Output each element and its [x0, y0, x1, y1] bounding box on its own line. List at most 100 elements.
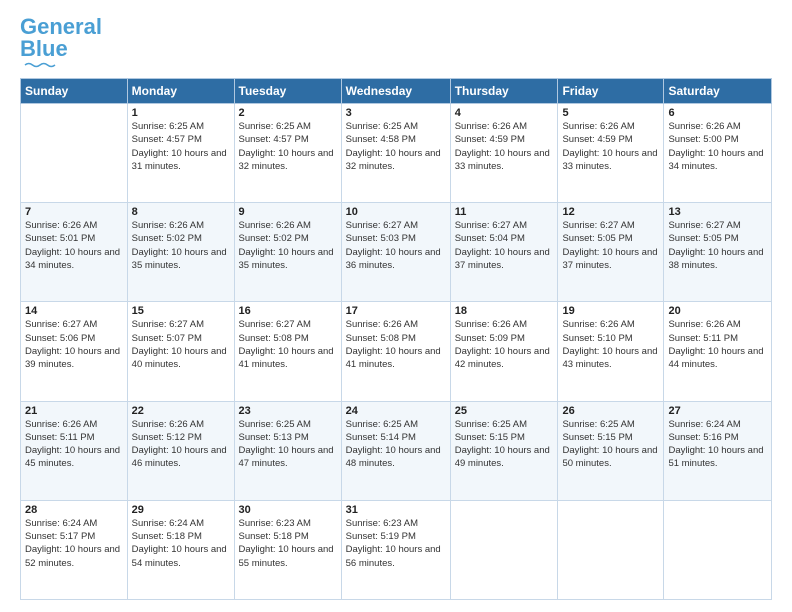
day-number: 31	[346, 504, 446, 516]
weekday-saturday: Saturday	[664, 79, 772, 104]
day-info: Sunrise: 6:27 AMSunset: 5:06 PMDaylight:…	[25, 318, 123, 371]
day-cell: 18Sunrise: 6:26 AMSunset: 5:09 PMDayligh…	[450, 302, 558, 401]
day-number: 15	[132, 305, 230, 317]
day-cell: 27Sunrise: 6:24 AMSunset: 5:16 PMDayligh…	[664, 401, 772, 500]
weekday-tuesday: Tuesday	[234, 79, 341, 104]
day-cell: 30Sunrise: 6:23 AMSunset: 5:18 PMDayligh…	[234, 500, 341, 599]
day-cell	[664, 500, 772, 599]
day-info: Sunrise: 6:26 AMSunset: 5:09 PMDaylight:…	[455, 318, 554, 371]
day-cell: 13Sunrise: 6:27 AMSunset: 5:05 PMDayligh…	[664, 203, 772, 302]
day-number: 13	[668, 206, 767, 218]
day-number: 6	[668, 107, 767, 119]
day-number: 4	[455, 107, 554, 119]
day-cell: 12Sunrise: 6:27 AMSunset: 5:05 PMDayligh…	[558, 203, 664, 302]
day-number: 11	[455, 206, 554, 218]
week-row-3: 21Sunrise: 6:26 AMSunset: 5:11 PMDayligh…	[21, 401, 772, 500]
day-cell	[450, 500, 558, 599]
day-cell: 21Sunrise: 6:26 AMSunset: 5:11 PMDayligh…	[21, 401, 128, 500]
day-cell: 20Sunrise: 6:26 AMSunset: 5:11 PMDayligh…	[664, 302, 772, 401]
day-info: Sunrise: 6:24 AMSunset: 5:18 PMDaylight:…	[132, 517, 230, 570]
day-number: 3	[346, 107, 446, 119]
day-cell: 29Sunrise: 6:24 AMSunset: 5:18 PMDayligh…	[127, 500, 234, 599]
day-info: Sunrise: 6:24 AMSunset: 5:16 PMDaylight:…	[668, 418, 767, 471]
day-cell: 28Sunrise: 6:24 AMSunset: 5:17 PMDayligh…	[21, 500, 128, 599]
day-number: 10	[346, 206, 446, 218]
day-info: Sunrise: 6:24 AMSunset: 5:17 PMDaylight:…	[25, 517, 123, 570]
day-info: Sunrise: 6:26 AMSunset: 5:12 PMDaylight:…	[132, 418, 230, 471]
day-number: 26	[562, 405, 659, 417]
day-number: 24	[346, 405, 446, 417]
weekday-header-row: SundayMondayTuesdayWednesdayThursdayFrid…	[21, 79, 772, 104]
day-info: Sunrise: 6:26 AMSunset: 5:10 PMDaylight:…	[562, 318, 659, 371]
day-info: Sunrise: 6:26 AMSunset: 5:02 PMDaylight:…	[239, 219, 337, 272]
day-info: Sunrise: 6:23 AMSunset: 5:18 PMDaylight:…	[239, 517, 337, 570]
day-number: 30	[239, 504, 337, 516]
day-info: Sunrise: 6:23 AMSunset: 5:19 PMDaylight:…	[346, 517, 446, 570]
day-number: 28	[25, 504, 123, 516]
day-number: 18	[455, 305, 554, 317]
day-cell: 24Sunrise: 6:25 AMSunset: 5:14 PMDayligh…	[341, 401, 450, 500]
week-row-4: 28Sunrise: 6:24 AMSunset: 5:17 PMDayligh…	[21, 500, 772, 599]
day-info: Sunrise: 6:25 AMSunset: 5:15 PMDaylight:…	[455, 418, 554, 471]
logo: General Blue	[20, 16, 102, 68]
day-info: Sunrise: 6:26 AMSunset: 5:11 PMDaylight:…	[25, 418, 123, 471]
day-info: Sunrise: 6:25 AMSunset: 4:57 PMDaylight:…	[239, 120, 337, 173]
day-cell: 19Sunrise: 6:26 AMSunset: 5:10 PMDayligh…	[558, 302, 664, 401]
day-cell: 2Sunrise: 6:25 AMSunset: 4:57 PMDaylight…	[234, 104, 341, 203]
weekday-thursday: Thursday	[450, 79, 558, 104]
day-cell: 1Sunrise: 6:25 AMSunset: 4:57 PMDaylight…	[127, 104, 234, 203]
day-info: Sunrise: 6:27 AMSunset: 5:05 PMDaylight:…	[562, 219, 659, 272]
day-cell	[21, 104, 128, 203]
day-cell: 22Sunrise: 6:26 AMSunset: 5:12 PMDayligh…	[127, 401, 234, 500]
day-info: Sunrise: 6:25 AMSunset: 4:58 PMDaylight:…	[346, 120, 446, 173]
day-cell: 26Sunrise: 6:25 AMSunset: 5:15 PMDayligh…	[558, 401, 664, 500]
day-cell: 25Sunrise: 6:25 AMSunset: 5:15 PMDayligh…	[450, 401, 558, 500]
weekday-sunday: Sunday	[21, 79, 128, 104]
day-cell: 16Sunrise: 6:27 AMSunset: 5:08 PMDayligh…	[234, 302, 341, 401]
weekday-wednesday: Wednesday	[341, 79, 450, 104]
day-cell: 11Sunrise: 6:27 AMSunset: 5:04 PMDayligh…	[450, 203, 558, 302]
day-info: Sunrise: 6:26 AMSunset: 4:59 PMDaylight:…	[455, 120, 554, 173]
day-cell: 5Sunrise: 6:26 AMSunset: 4:59 PMDaylight…	[558, 104, 664, 203]
logo-text: General Blue	[20, 16, 102, 60]
day-number: 23	[239, 405, 337, 417]
week-row-1: 7Sunrise: 6:26 AMSunset: 5:01 PMDaylight…	[21, 203, 772, 302]
weekday-monday: Monday	[127, 79, 234, 104]
day-info: Sunrise: 6:27 AMSunset: 5:03 PMDaylight:…	[346, 219, 446, 272]
day-info: Sunrise: 6:26 AMSunset: 5:01 PMDaylight:…	[25, 219, 123, 272]
day-info: Sunrise: 6:25 AMSunset: 5:14 PMDaylight:…	[346, 418, 446, 471]
day-number: 14	[25, 305, 123, 317]
day-info: Sunrise: 6:26 AMSunset: 5:08 PMDaylight:…	[346, 318, 446, 371]
day-number: 22	[132, 405, 230, 417]
day-cell: 3Sunrise: 6:25 AMSunset: 4:58 PMDaylight…	[341, 104, 450, 203]
day-info: Sunrise: 6:26 AMSunset: 4:59 PMDaylight:…	[562, 120, 659, 173]
week-row-0: 1Sunrise: 6:25 AMSunset: 4:57 PMDaylight…	[21, 104, 772, 203]
calendar-table: SundayMondayTuesdayWednesdayThursdayFrid…	[20, 78, 772, 600]
day-cell: 6Sunrise: 6:26 AMSunset: 5:00 PMDaylight…	[664, 104, 772, 203]
day-info: Sunrise: 6:26 AMSunset: 5:11 PMDaylight:…	[668, 318, 767, 371]
day-number: 12	[562, 206, 659, 218]
day-cell: 10Sunrise: 6:27 AMSunset: 5:03 PMDayligh…	[341, 203, 450, 302]
day-number: 2	[239, 107, 337, 119]
day-cell: 31Sunrise: 6:23 AMSunset: 5:19 PMDayligh…	[341, 500, 450, 599]
day-number: 17	[346, 305, 446, 317]
header: General Blue	[20, 16, 772, 68]
day-cell: 14Sunrise: 6:27 AMSunset: 5:06 PMDayligh…	[21, 302, 128, 401]
day-cell: 4Sunrise: 6:26 AMSunset: 4:59 PMDaylight…	[450, 104, 558, 203]
day-cell: 8Sunrise: 6:26 AMSunset: 5:02 PMDaylight…	[127, 203, 234, 302]
day-info: Sunrise: 6:25 AMSunset: 4:57 PMDaylight:…	[132, 120, 230, 173]
day-number: 20	[668, 305, 767, 317]
calendar-page: General Blue SundayMondayTuesdayWednesda…	[0, 0, 792, 612]
day-info: Sunrise: 6:25 AMSunset: 5:15 PMDaylight:…	[562, 418, 659, 471]
logo-wave-icon	[20, 62, 60, 68]
day-number: 27	[668, 405, 767, 417]
logo-blue: Blue	[20, 36, 68, 61]
day-number: 29	[132, 504, 230, 516]
day-cell: 23Sunrise: 6:25 AMSunset: 5:13 PMDayligh…	[234, 401, 341, 500]
day-cell: 7Sunrise: 6:26 AMSunset: 5:01 PMDaylight…	[21, 203, 128, 302]
day-number: 21	[25, 405, 123, 417]
day-number: 9	[239, 206, 337, 218]
day-info: Sunrise: 6:27 AMSunset: 5:04 PMDaylight:…	[455, 219, 554, 272]
weekday-friday: Friday	[558, 79, 664, 104]
week-row-2: 14Sunrise: 6:27 AMSunset: 5:06 PMDayligh…	[21, 302, 772, 401]
